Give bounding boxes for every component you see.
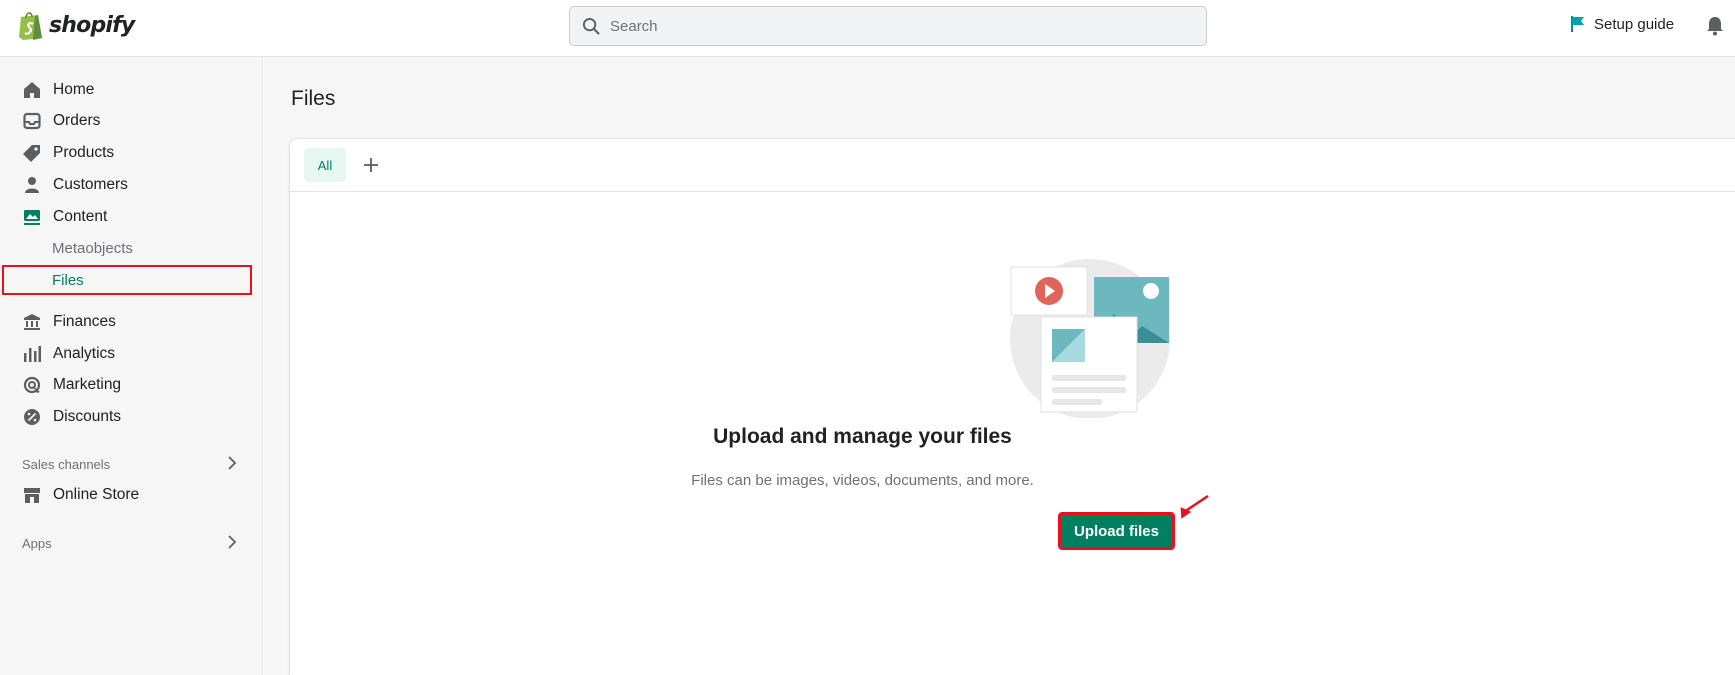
sidebar-item-label: Discounts [53,408,122,425]
sidebar-item-label: Products [53,144,115,161]
files-empty-illustration [1010,259,1170,418]
bank-icon [22,312,42,332]
shopify-logo[interactable]: shopify [18,10,135,40]
sidebar-item-discounts[interactable]: Discounts [22,406,121,428]
home-icon [22,80,42,100]
sidebar-item-analytics[interactable]: Analytics [22,343,115,365]
analytics-icon [22,344,42,364]
discount-icon [22,407,42,427]
sidebar-subitem-metaobjects[interactable]: Metaobjects [52,240,133,260]
brand-name: shopify [49,12,135,38]
sidebar-subitem-files[interactable]: Files [52,272,84,292]
sidebar-item-products[interactable]: Products [22,142,114,164]
red-arrow-annotation-icon [1180,494,1209,519]
files-highlight-box [2,265,252,295]
sidebar-item-label: Online Store [53,486,140,503]
main-content: Files All Upload and manage your files F… [264,57,1735,675]
search-bar[interactable]: Search [569,6,1207,46]
search-icon [582,17,600,35]
sidebar-item-customers[interactable]: Customers [22,174,128,196]
target-icon [22,375,42,395]
store-icon [22,485,42,505]
sidebar-item-marketing[interactable]: Marketing [22,374,121,396]
inbox-icon [22,111,42,131]
search-input[interactable]: Search [610,18,658,35]
sidebar-item-label: Customers [53,176,128,193]
sidebar-item-label: Finances [53,313,116,330]
sales-channels-label: Sales channels [22,457,111,472]
sidebar-item-label: Orders [53,112,101,129]
shopify-bag-icon [19,12,42,40]
empty-state-title: Upload and manage your files [713,425,1012,448]
setup-guide-label: Setup guide [1594,15,1675,33]
tab-all[interactable]: All [304,148,346,182]
sidebar-item-home[interactable]: Home [22,79,94,101]
files-card: All Upload and manage your files Files c… [290,139,1735,675]
sidebar-item-orders[interactable]: Orders [22,110,100,132]
tag-icon [22,143,42,163]
sidebar-item-label: Content [53,208,108,225]
page-title: Files [291,87,336,110]
sidebar-item-online-store[interactable]: Online Store [22,484,139,506]
sidebar: Home Orders Products Customers Content M… [0,57,263,675]
flag-icon [1571,16,1584,32]
apps-chevron-right-icon[interactable] [227,535,237,554]
content-icon [22,207,42,227]
tabs-bar: All [290,139,1735,192]
empty-state-description: Files can be images, videos, documents, … [691,472,1034,489]
sidebar-item-content[interactable]: Content [22,206,107,228]
sidebar-item-finances[interactable]: Finances [22,311,116,333]
sidebar-item-label: Marketing [53,376,122,393]
apps-label: Apps [22,536,52,551]
upload-files-button[interactable]: Upload files [1058,512,1175,550]
top-bar: shopify Search Setup guide [0,0,1735,57]
add-view-plus-icon[interactable] [358,152,384,178]
notifications-bell-icon[interactable] [1706,16,1724,41]
setup-guide-button[interactable]: Setup guide [1570,15,1674,33]
sidebar-item-label: Home [53,81,95,98]
person-icon [22,175,42,195]
sales-channels-chevron-right-icon[interactable] [227,456,237,475]
sidebar-item-label: Analytics [53,345,116,362]
